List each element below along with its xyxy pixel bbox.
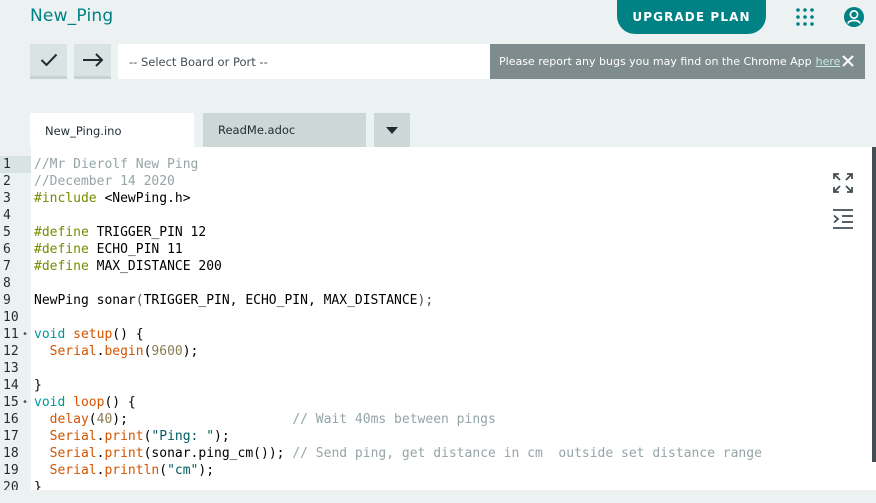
line-number: 18 xyxy=(3,446,19,461)
apps-grid-icon[interactable] xyxy=(795,7,815,27)
code-line[interactable]: delay(40); // Wait 40ms between pings xyxy=(34,411,762,428)
line-number: 16 xyxy=(3,412,19,427)
fold-marker-icon[interactable]: • xyxy=(22,326,28,343)
line-number: 13 xyxy=(3,361,19,376)
code-line[interactable] xyxy=(34,360,762,377)
line-number: 2 xyxy=(3,174,11,189)
caret-down-icon xyxy=(386,126,398,134)
code-line[interactable]: void setup() { xyxy=(34,326,762,343)
close-icon[interactable] xyxy=(841,54,855,68)
code-editor[interactable]: 1 2 3 4 5 6 7 8 9 10 11 • 12 13 14 15 • 16… xyxy=(0,147,876,490)
line-number: 9 xyxy=(3,293,11,308)
code-line[interactable]: } xyxy=(34,479,762,490)
editor-scrollbar[interactable] xyxy=(872,147,876,462)
line-number: 12 xyxy=(3,344,19,359)
indent-icon[interactable] xyxy=(832,208,854,230)
line-number: 4 xyxy=(3,208,11,223)
line-number: 3 xyxy=(3,191,11,206)
line-number: 17 xyxy=(3,429,19,444)
code-line[interactable]: #define ECHO_PIN 11 xyxy=(34,241,762,258)
line-number: 11 • xyxy=(3,326,29,343)
code-line[interactable]: NewPing sonar(TRIGGER_PIN, ECHO_PIN, MAX… xyxy=(34,292,762,309)
user-profile-icon[interactable] xyxy=(843,6,865,28)
code-line[interactable]: #define TRIGGER_PIN 12 xyxy=(34,224,762,241)
upgrade-plan-button[interactable]: UPGRADE PLAN xyxy=(617,0,766,34)
code-line[interactable] xyxy=(34,275,762,292)
code-line[interactable]: } xyxy=(34,377,762,394)
code-lines[interactable]: //Mr Dierolf New Ping //December 14 2020… xyxy=(34,156,762,490)
code-line[interactable]: #include <NewPing.h> xyxy=(34,190,762,207)
line-number: 6 xyxy=(3,242,11,257)
line-number: 19 xyxy=(3,463,19,478)
tab-readme-adoc[interactable]: ReadMe.adoc xyxy=(203,113,366,147)
board-port-select[interactable]: -- Select Board or Port -- xyxy=(118,44,490,79)
line-number: 20 xyxy=(3,480,19,490)
code-line[interactable] xyxy=(34,207,762,224)
line-number: 10 xyxy=(3,310,19,325)
code-line[interactable]: Serial.print(sonar.ping_cm()); // Send p… xyxy=(34,445,762,462)
line-number: 5 xyxy=(3,225,11,240)
tab-menu-button[interactable] xyxy=(374,113,410,147)
upload-button[interactable] xyxy=(74,44,111,79)
status-bar xyxy=(0,490,876,503)
code-line[interactable] xyxy=(34,309,762,326)
code-line[interactable]: Serial.print("Ping: "); xyxy=(34,428,762,445)
code-line[interactable]: //Mr Dierolf New Ping xyxy=(34,156,762,173)
sketch-title[interactable]: New_Ping xyxy=(30,6,113,26)
notice-link[interactable]: here xyxy=(816,55,841,68)
line-number: 15 • xyxy=(3,394,29,411)
verify-button[interactable] xyxy=(30,44,67,79)
bug-report-notice: Please report any bugs you may find on t… xyxy=(490,44,865,79)
notice-text: Please report any bugs you may find on t… xyxy=(499,55,812,68)
code-line[interactable]: Serial.println("cm"); xyxy=(34,462,762,479)
fullscreen-icon[interactable] xyxy=(832,172,854,194)
code-line[interactable]: //December 14 2020 xyxy=(34,173,762,190)
line-number: 7 xyxy=(3,259,11,274)
check-icon xyxy=(40,53,57,67)
code-line[interactable]: Serial.begin(9600); xyxy=(34,343,762,360)
arrow-right-icon xyxy=(82,53,103,67)
line-numbers: 1 2 3 4 5 6 7 8 9 10 11 • 12 13 14 15 • 16… xyxy=(0,156,31,490)
fold-marker-icon[interactable]: • xyxy=(22,394,28,411)
line-number: 8 xyxy=(3,276,11,291)
line-number: 1 xyxy=(0,156,31,173)
tab-new-ping-ino[interactable]: New_Ping.ino xyxy=(30,113,194,148)
code-line[interactable]: #define MAX_DISTANCE 200 xyxy=(34,258,762,275)
code-line[interactable]: void loop() { xyxy=(34,394,762,411)
line-number: 14 xyxy=(3,378,19,393)
